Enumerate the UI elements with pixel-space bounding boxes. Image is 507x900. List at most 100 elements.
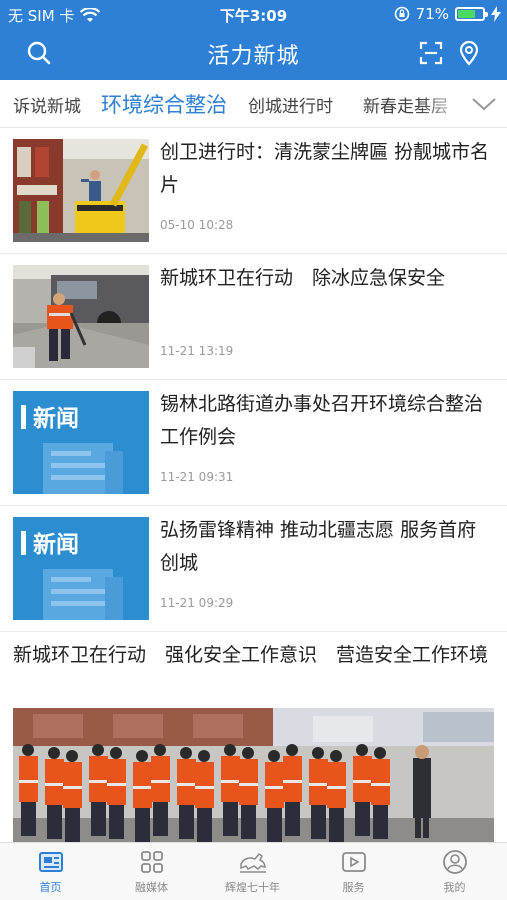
news-thumbnail bbox=[13, 265, 149, 368]
worker-figure bbox=[179, 805, 194, 839]
worker-figure bbox=[177, 759, 196, 805]
tabbar-item-media[interactable]: 融媒体 bbox=[101, 843, 202, 900]
worker-figure bbox=[371, 759, 390, 805]
news-title[interactable]: 创卫进行时：清洗蒙尘牌匾 扮靓城市名片 bbox=[160, 136, 490, 202]
worker-figure bbox=[239, 783, 258, 786]
worker-figure bbox=[265, 762, 284, 808]
worker-figure bbox=[45, 783, 64, 786]
news-item[interactable]: 创卫进行时：清洗蒙尘牌匾 扮靓城市名片 05-10 10:28 bbox=[0, 128, 507, 254]
tabbar-item-home[interactable]: 首页 bbox=[0, 843, 101, 900]
news-title[interactable]: 锡林北路街道办事处召开环境综合整治工作例会 bbox=[160, 388, 490, 454]
photo-cleaning-signboard bbox=[13, 139, 149, 242]
tabbar-label: 辉煌七十年 bbox=[225, 881, 280, 894]
tabbar-label: 融媒体 bbox=[135, 881, 168, 894]
tab-环境综合整治[interactable]: 环境综合整治 bbox=[101, 89, 227, 119]
worker-figure bbox=[21, 802, 36, 836]
news-time: 11-21 13:19 bbox=[160, 344, 234, 358]
worker-figure bbox=[371, 783, 390, 786]
worker-figure bbox=[89, 780, 108, 783]
worker-figure bbox=[353, 780, 372, 783]
feature-title[interactable]: 新城环卫在行动 强化安全工作意识 营造安全工作环境 bbox=[13, 642, 493, 669]
battery-icon bbox=[455, 7, 488, 21]
worker-figure bbox=[373, 805, 388, 839]
worker-figure bbox=[91, 802, 106, 836]
battery-percent: 71% bbox=[415, 5, 449, 23]
news-item[interactable]: 新闻 锡林北路街道办事处召开环境综合整治工作例会 11-21 09:31 bbox=[0, 380, 507, 506]
feature-story[interactable]: 新城环卫在行动 强化安全工作意识 营造安全工作环境 bbox=[0, 632, 507, 842]
worker-figure bbox=[242, 747, 254, 759]
news-title[interactable]: 新城环卫在行动 除冰应急保安全 bbox=[160, 262, 490, 295]
worker-figure bbox=[221, 756, 240, 802]
worker-figure bbox=[221, 780, 240, 783]
worker-figure bbox=[107, 783, 126, 786]
news-placeholder-label: 新闻 bbox=[33, 405, 79, 432]
worker-figure bbox=[224, 744, 236, 756]
news-time: 11-21 09:31 bbox=[160, 470, 234, 484]
worker-figure bbox=[312, 747, 324, 759]
worker-figure bbox=[153, 802, 168, 836]
bottom-tab-bar: 首页 融媒体 辉煌七十年 服务 我的 bbox=[0, 842, 507, 900]
worker-figure bbox=[110, 747, 122, 759]
horse-icon bbox=[240, 852, 266, 873]
worker-figure bbox=[63, 762, 82, 808]
worker-figure bbox=[133, 786, 152, 789]
rotation-lock-icon bbox=[394, 6, 409, 22]
tab-诉说新城[interactable]: 诉说新城 bbox=[13, 92, 81, 117]
worker-figure bbox=[353, 756, 372, 802]
user-icon bbox=[443, 850, 467, 874]
tabs-fade bbox=[420, 80, 470, 126]
news-thumbnail bbox=[13, 139, 149, 242]
worker-figure bbox=[151, 780, 170, 783]
news-time: 11-21 09:29 bbox=[160, 596, 234, 610]
worker-figure bbox=[92, 744, 104, 756]
worker-figure bbox=[268, 750, 280, 762]
worker-figure bbox=[66, 750, 78, 762]
worker-figure bbox=[180, 747, 192, 759]
worker-figure bbox=[356, 744, 368, 756]
worker-figure bbox=[197, 808, 212, 842]
news-placeholder-image: 新闻 bbox=[13, 391, 149, 494]
worker-figure bbox=[195, 762, 214, 808]
worker-figure bbox=[283, 756, 302, 802]
worker-figure bbox=[327, 786, 346, 789]
tabbar-label: 服务 bbox=[342, 881, 365, 894]
worker-figure bbox=[177, 783, 196, 786]
tabbar-item-profile[interactable]: 我的 bbox=[404, 843, 505, 900]
news-placeholder-image: 新闻 bbox=[13, 517, 149, 620]
app-header: 无 SIM 卡 下午3:09 71% 活力新城 bbox=[0, 0, 507, 80]
worker-figure bbox=[239, 759, 258, 805]
worker-figure bbox=[22, 744, 34, 756]
worker-figure bbox=[241, 805, 256, 839]
worker-figure bbox=[309, 759, 328, 805]
worker-figure bbox=[107, 759, 126, 805]
category-tabs: 诉说新城 环境综合整治 创城进行时 新春走基层 bbox=[0, 80, 507, 128]
worker-figure bbox=[135, 808, 150, 842]
tabbar-item-service[interactable]: 服务 bbox=[303, 843, 404, 900]
worker-figure bbox=[374, 747, 386, 759]
location-pin-icon[interactable] bbox=[456, 40, 482, 66]
worker-figure bbox=[327, 762, 346, 808]
scan-icon[interactable] bbox=[418, 40, 444, 66]
worker-figure bbox=[19, 756, 38, 802]
worker-figure bbox=[285, 802, 300, 836]
news-item[interactable]: 新城环卫在行动 除冰应急保安全 11-21 13:19 bbox=[0, 254, 507, 380]
news-thumbnail: 新闻 bbox=[13, 517, 149, 620]
worker-figure bbox=[136, 750, 148, 762]
photo-sanitation-workers-lineup bbox=[13, 708, 494, 842]
worker-figure bbox=[133, 762, 152, 808]
chevron-down-icon[interactable] bbox=[471, 92, 497, 116]
news-thumbnail: 新闻 bbox=[13, 391, 149, 494]
worker-figure bbox=[48, 747, 60, 759]
news-item[interactable]: 新闻 弘扬雷锋精神 推动北疆志愿 服务首府创城 11-21 09:29 bbox=[0, 506, 507, 632]
worker-figure bbox=[286, 744, 298, 756]
worker-figure bbox=[47, 805, 62, 839]
tabbar-label: 我的 bbox=[443, 881, 466, 894]
tab-创城进行时[interactable]: 创城进行时 bbox=[248, 92, 333, 117]
news-placeholder-label: 新闻 bbox=[33, 531, 79, 558]
worker-figure bbox=[19, 780, 38, 783]
top-nav-bar: 活力新城 bbox=[0, 28, 507, 80]
tabbar-item-seventy-years[interactable]: 辉煌七十年 bbox=[202, 843, 303, 900]
news-title[interactable]: 弘扬雷锋精神 推动北疆志愿 服务首府创城 bbox=[160, 514, 490, 580]
home-icon bbox=[39, 852, 63, 872]
charging-icon bbox=[491, 6, 501, 22]
